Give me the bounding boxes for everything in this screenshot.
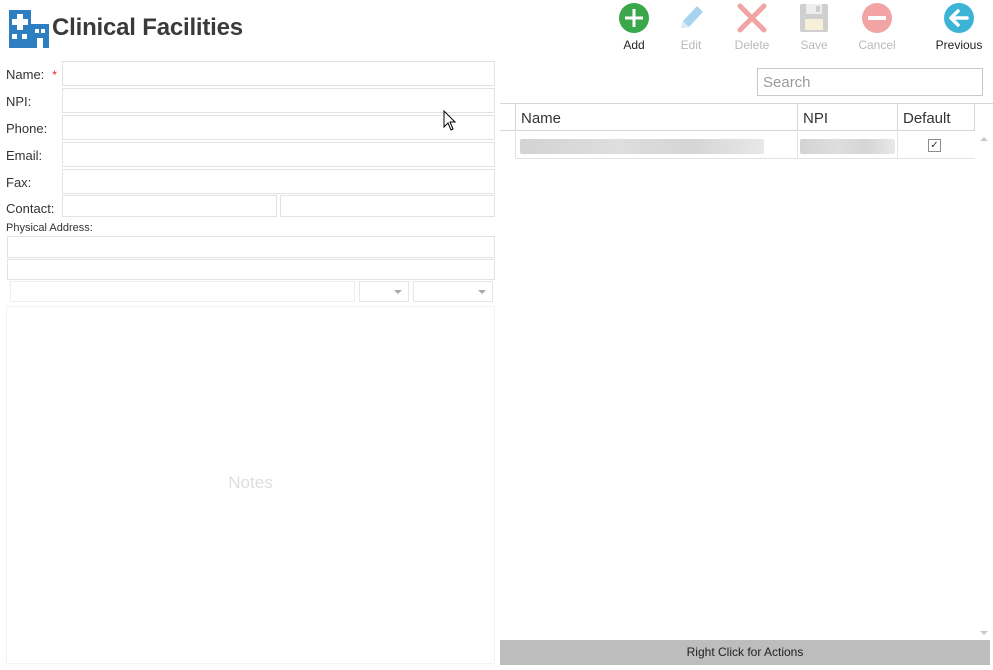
delete-x-icon [737,3,767,33]
default-checkbox[interactable]: ✓ [928,139,941,152]
cancel-icon [862,3,892,33]
address-line1-field[interactable] [7,236,495,258]
add-button[interactable]: Add [606,2,662,58]
phone-row: Phone: [0,115,500,141]
facility-form: Name: * NPI: Phone: Email: Fax: Contact: … [0,60,500,670]
save-button[interactable]: Save [786,2,842,58]
contact-row: Contact: [0,195,500,221]
edit-label: Edit [680,38,702,52]
column-header-name[interactable]: Name [515,104,798,131]
column-header-default[interactable]: Default [897,104,975,131]
pencil-icon [681,6,703,28]
notes-area[interactable]: Notes [6,306,495,664]
arrow-left-icon [944,3,974,33]
email-row: Email: [0,142,500,168]
city-field[interactable] [10,281,355,302]
contact-last-name-field[interactable] [280,195,495,217]
hospital-building-icon [9,10,49,48]
address-line2-field[interactable] [7,259,495,280]
email-field[interactable] [62,142,495,167]
facilities-grid: Name NPI Default ✓ [500,103,993,640]
required-marker: * [52,68,57,82]
add-icon [619,3,649,33]
name-field[interactable] [62,61,495,86]
mouse-cursor-icon [443,110,457,131]
status-bar: Right Click for Actions [500,640,990,665]
phone-field[interactable] [62,115,495,140]
save-label: Save [800,38,828,52]
page-title: Clinical Facilities [52,14,243,41]
facility-name-cell [520,139,764,154]
edit-button[interactable]: Edit [663,2,719,58]
add-label: Add [623,38,645,52]
scroll-up-arrow[interactable] [979,134,989,144]
previous-button[interactable]: Previous [931,2,987,58]
chevron-down-icon [394,290,402,294]
notes-placeholder: Notes [228,473,273,492]
zip-dropdown[interactable] [413,281,493,302]
table-row[interactable]: ✓ [515,132,975,159]
email-label: Email: [6,148,43,163]
floppy-disk-icon [800,4,828,32]
search-input[interactable] [757,68,983,96]
contact-label: Contact: [6,201,55,216]
name-row: Name: * [0,61,500,87]
npi-row: NPI: [0,88,500,114]
column-header-npi[interactable]: NPI [797,104,897,131]
row-divider [897,132,898,159]
row-divider [797,132,798,159]
delete-label: Delete [734,38,770,52]
cancel-label: Cancel [858,38,896,52]
row-divider [515,132,516,159]
phone-label: Phone: [6,121,48,136]
state-dropdown[interactable] [359,281,409,302]
grid-header: Name NPI Default [500,104,975,131]
previous-label: Previous [935,38,983,52]
npi-label: NPI: [6,94,32,109]
app-header: Clinical Facilities Add Edit Delete Save… [0,0,993,60]
contact-first-name-field[interactable] [62,195,277,217]
npi-field[interactable] [62,88,495,113]
physical-address-label: Physical Address: [6,222,93,234]
facility-npi-cell [800,139,895,154]
fax-field[interactable] [62,169,495,194]
fax-label: Fax: [6,175,32,190]
scroll-down-arrow[interactable] [979,628,989,638]
name-label: Name: * [6,67,57,82]
fax-row: Fax: [0,169,500,195]
cancel-button[interactable]: Cancel [849,2,905,58]
delete-button[interactable]: Delete [724,2,780,58]
chevron-down-icon [478,290,486,294]
